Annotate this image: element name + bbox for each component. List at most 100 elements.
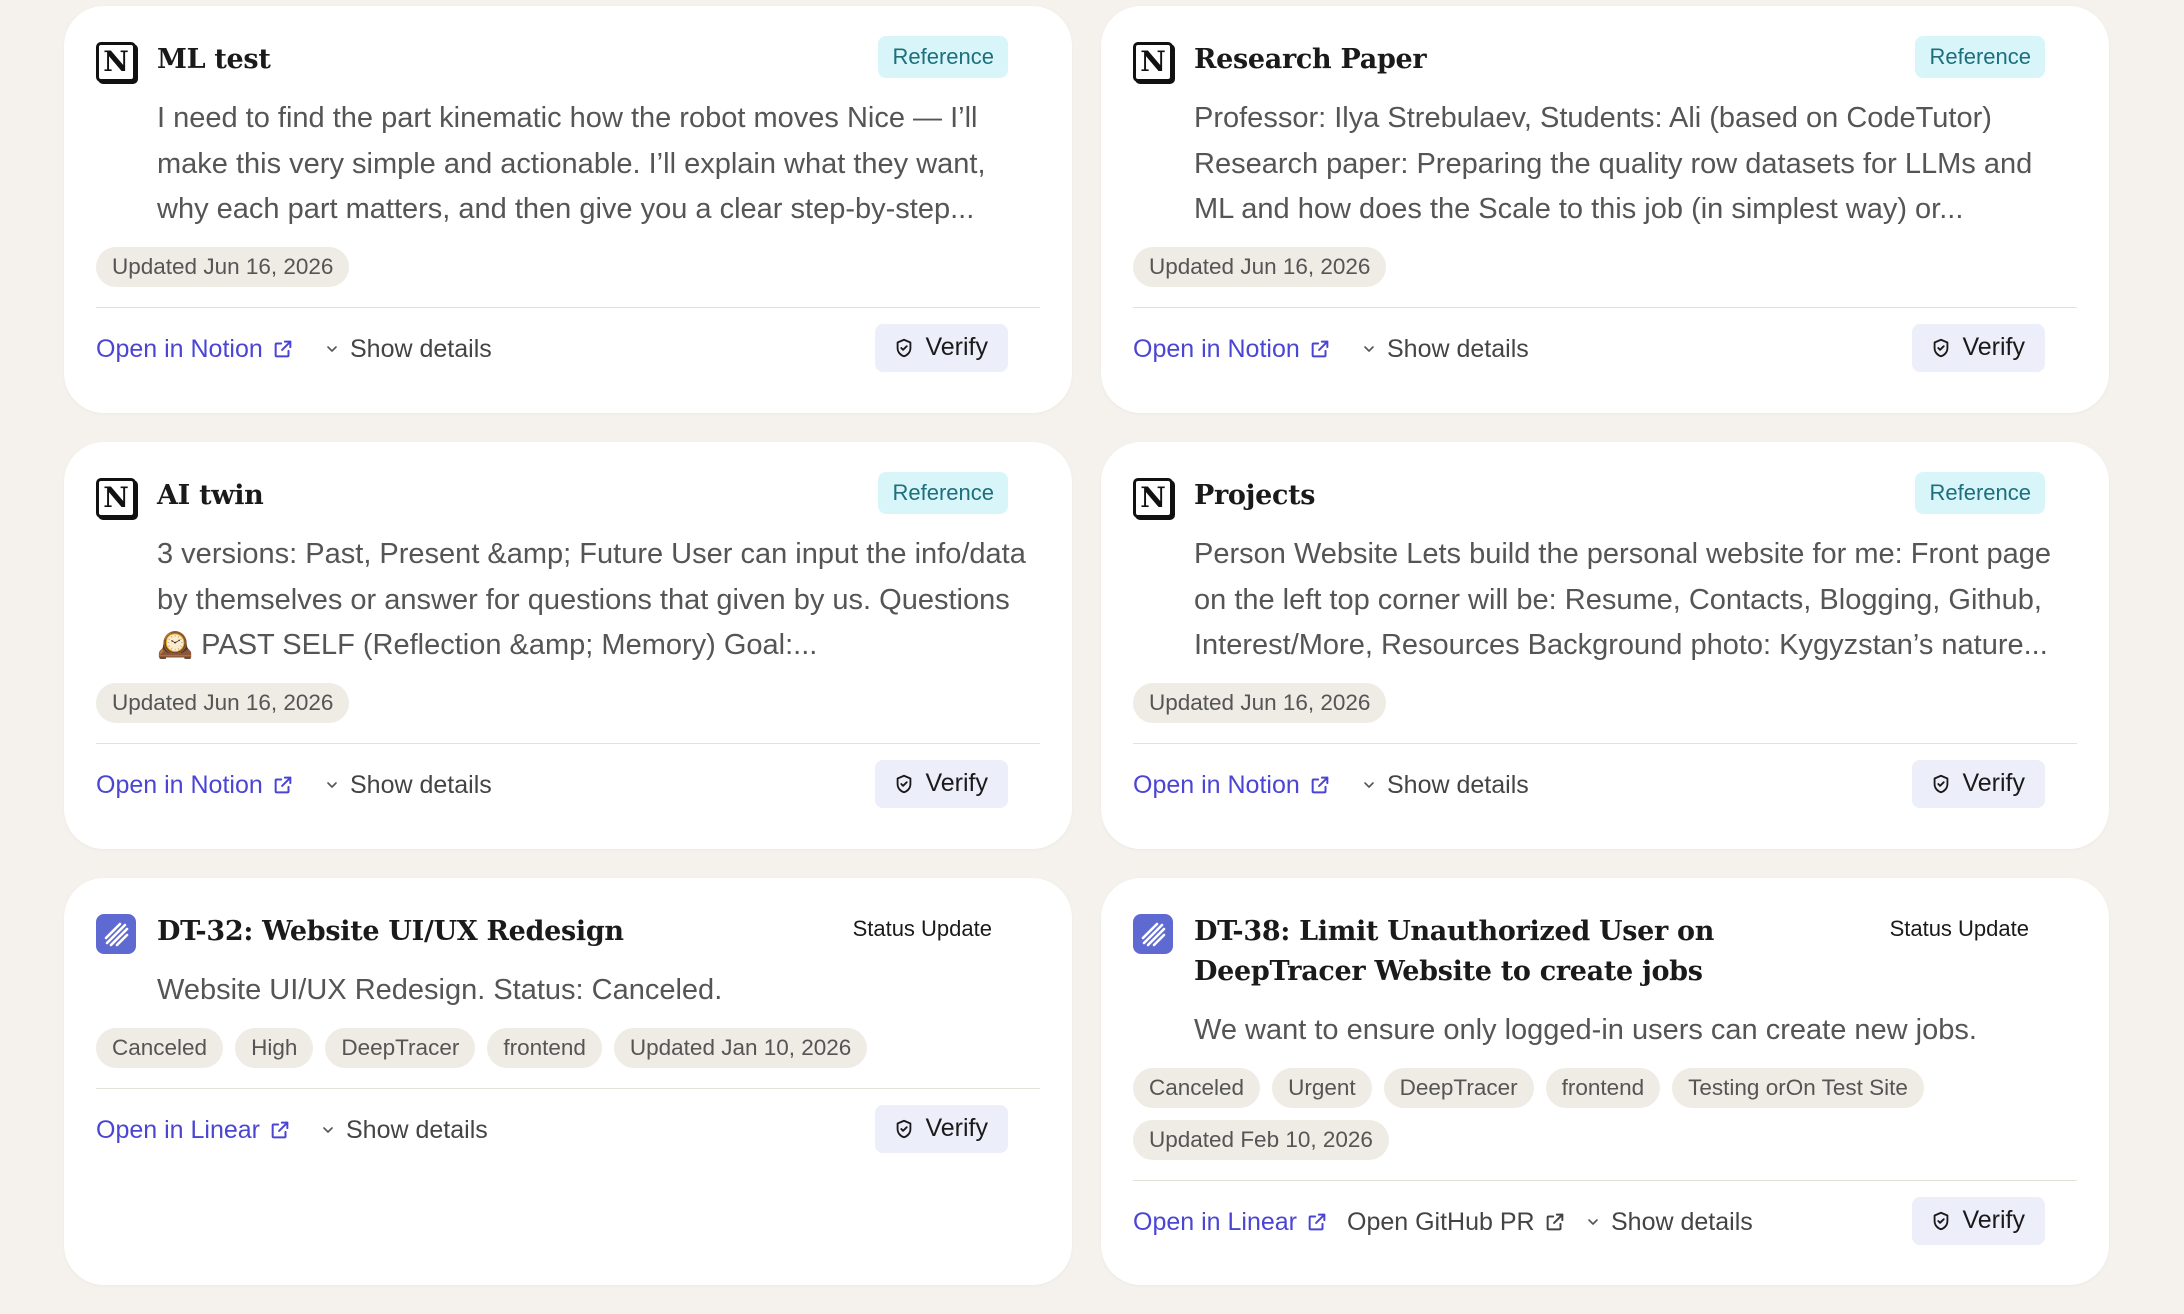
github-link-label: Open GitHub PR <box>1347 1207 1535 1236</box>
open-link-label: Open in Notion <box>96 770 263 799</box>
tag: Canceled <box>96 1027 224 1068</box>
card-description: We want to ensure only logged-in users c… <box>1194 1014 1977 1046</box>
card-ai-twin: N AI twin Reference 3 versions: Past, Pr… <box>64 442 1072 849</box>
chevron-down-icon <box>1588 1218 1598 1225</box>
tag-list: Updated Jun 16, 2026 <box>96 682 1040 723</box>
verify-label: Verify <box>1962 333 2025 361</box>
external-link-icon <box>274 776 292 793</box>
show-details-label: Show details <box>350 770 492 799</box>
open-in-notion-link[interactable]: Open in Notion <box>96 334 294 364</box>
tag: frontend <box>1545 1067 1661 1108</box>
tag: frontend <box>487 1027 602 1068</box>
card-body: Professor: Ilya Strebulaev, Students: Al… <box>1133 96 2077 287</box>
notion-icon: N <box>1133 42 1173 82</box>
card-header: DT-32: Website UI/UX Redesign Status Upd… <box>96 878 1040 954</box>
card-actions: Open in Linear Show details Verify <box>96 1089 1040 1173</box>
card-actions: Open in Notion Show details Verify <box>96 308 1040 392</box>
show-details-label: Show details <box>346 1115 488 1144</box>
shield-check-icon <box>897 338 912 357</box>
card-title: ML test <box>157 44 271 75</box>
card-body: Person Website Lets build the personal w… <box>1133 532 2077 723</box>
external-link-icon <box>1311 340 1329 357</box>
tag-list: Updated Jun 16, 2026 <box>96 246 1040 287</box>
external-link-icon <box>1308 1213 1326 1230</box>
open-github-pr-link[interactable]: Open GitHub PR <box>1347 1207 1566 1237</box>
show-details-label: Show details <box>1387 770 1529 799</box>
verify-button[interactable]: Verify <box>875 1104 1008 1153</box>
status-update-badge: Status Update <box>1889 916 2029 941</box>
updated-tag: Updated Jun 16, 2026 <box>96 246 350 287</box>
show-details-toggle[interactable]: Show details <box>324 770 492 800</box>
card-title: DT-32: Website UI/UX Redesign <box>157 916 624 947</box>
updated-tag: Updated Feb 10, 2026 <box>1133 1119 1389 1160</box>
card-body: Website UI/UX Redesign. Status: Canceled… <box>96 968 1040 1068</box>
show-details-toggle[interactable]: Show details <box>1361 334 1529 364</box>
tag-list: Updated Jun 16, 2026 <box>1133 682 2077 723</box>
show-details-toggle[interactable]: Show details <box>1585 1207 1753 1237</box>
open-in-notion-link[interactable]: Open in Notion <box>1133 334 1331 364</box>
reference-badge: Reference <box>878 36 1008 78</box>
verify-button[interactable]: Verify <box>1912 759 2045 808</box>
verify-button[interactable]: Verify <box>1912 1196 2045 1245</box>
open-link-label: Open in Notion <box>96 334 263 363</box>
card-dt-38: DT-38: Limit Unauthorized User on DeepTr… <box>1101 878 2109 1285</box>
shield-check-icon <box>1934 338 1949 357</box>
verify-label: Verify <box>925 769 988 797</box>
card-grid: N ML test Reference I need to find the p… <box>64 6 2109 1285</box>
status-update-badge: Status Update <box>852 916 992 941</box>
card-actions: Open in Notion Show details Verify <box>1133 308 2077 392</box>
verify-label: Verify <box>925 1114 988 1142</box>
verify-button[interactable]: Verify <box>875 323 1008 372</box>
updated-tag: Updated Jun 16, 2026 <box>96 682 350 723</box>
tag: Canceled <box>1133 1067 1261 1108</box>
open-in-linear-link[interactable]: Open in Linear <box>96 1115 291 1145</box>
card-ml-test: N ML test Reference I need to find the p… <box>64 6 1072 413</box>
card-header: N Research Paper Reference <box>1133 6 2077 82</box>
card-dt-32: DT-32: Website UI/UX Redesign Status Upd… <box>64 878 1072 1285</box>
open-in-notion-link[interactable]: Open in Notion <box>96 770 294 800</box>
show-details-toggle[interactable]: Show details <box>324 334 492 364</box>
card-title: Research Paper <box>1194 44 1427 75</box>
chevron-down-icon <box>323 1126 333 1133</box>
shield-check-icon <box>897 1119 912 1138</box>
external-link-icon <box>1546 1213 1563 1230</box>
open-link-label: Open in Linear <box>1133 1207 1298 1236</box>
linear-icon <box>1133 914 1173 954</box>
show-details-label: Show details <box>1387 334 1529 363</box>
linear-icon <box>96 914 136 954</box>
open-in-notion-link[interactable]: Open in Notion <box>1133 770 1331 800</box>
verify-label: Verify <box>1962 1206 2025 1234</box>
card-actions: Open in Linear Open GitHub PR Show detai… <box>1133 1181 2077 1265</box>
card-description: I need to find the part kinematic how th… <box>157 102 986 225</box>
tag: Testing orOn Test Site <box>1672 1067 1924 1108</box>
card-body: We want to ensure only logged-in users c… <box>1133 1008 2077 1160</box>
notion-icon: N <box>96 478 136 518</box>
card-actions: Open in Notion Show details Verify <box>1133 744 2077 828</box>
show-details-toggle[interactable]: Show details <box>320 1115 488 1145</box>
card-header: DT-38: Limit Unauthorized User on DeepTr… <box>1133 878 2077 987</box>
card-header: N Projects Reference <box>1133 442 2077 518</box>
open-in-linear-link[interactable]: Open in Linear <box>1133 1207 1328 1237</box>
card-description: Person Website Lets build the personal w… <box>1194 538 2052 661</box>
tag: Urgent <box>1272 1067 1372 1108</box>
tag: High <box>235 1027 314 1068</box>
verify-button[interactable]: Verify <box>1912 323 2045 372</box>
open-link-label: Open in Notion <box>1133 334 1300 363</box>
reference-badge: Reference <box>1915 36 2045 78</box>
shield-check-icon <box>1934 1211 1949 1230</box>
verify-label: Verify <box>925 333 988 361</box>
external-link-icon <box>1311 776 1329 793</box>
updated-tag: Updated Jun 16, 2026 <box>1133 246 1387 287</box>
card-header: N AI twin Reference <box>96 442 1040 518</box>
notion-icon: N <box>1133 478 1173 518</box>
updated-tag: Updated Jun 16, 2026 <box>1133 682 1387 723</box>
card-body: I need to find the part kinematic how th… <box>96 96 1040 287</box>
shield-check-icon <box>897 774 912 793</box>
card-projects: N Projects Reference Person Website Lets… <box>1101 442 2109 849</box>
verify-label: Verify <box>1962 769 2025 797</box>
updated-tag: Updated Jan 10, 2026 <box>613 1027 868 1068</box>
verify-button[interactable]: Verify <box>875 759 1008 808</box>
external-link-icon <box>271 1121 289 1138</box>
show-details-toggle[interactable]: Show details <box>1361 770 1529 800</box>
chevron-down-icon <box>1364 781 1374 788</box>
